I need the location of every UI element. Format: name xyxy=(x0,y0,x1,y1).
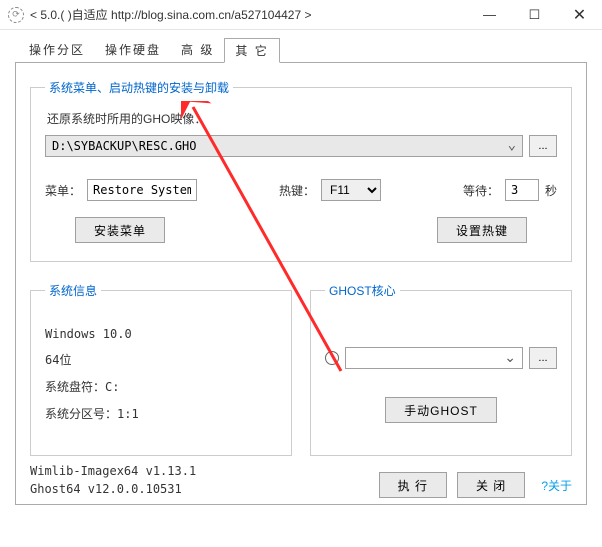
footer: Wimlib-Imagex64 v1.13.1 Ghost64 v12.0.0.… xyxy=(30,462,572,498)
minimize-button[interactable]: — xyxy=(467,0,512,30)
sysinfo-arch: 64位 xyxy=(45,351,277,368)
set-hotkey-button[interactable]: 设置热键 xyxy=(437,217,527,243)
execute-button[interactable]: 执 行 xyxy=(379,472,447,498)
about-link[interactable]: ?关于 xyxy=(541,477,572,494)
app-icon: ⟳ xyxy=(8,7,24,23)
version-wimlib: Wimlib-Imagex64 v1.13.1 xyxy=(30,462,379,480)
version-block: Wimlib-Imagex64 v1.13.1 Ghost64 v12.0.0.… xyxy=(30,462,379,498)
gho-browse-button[interactable]: ... xyxy=(529,135,557,157)
maximize-button[interactable]: ☐ xyxy=(512,0,557,30)
close-button[interactable]: ✕ xyxy=(557,0,602,30)
tab-disk[interactable]: 操作硬盘 xyxy=(95,38,171,63)
window-title: < 5.0.( )自适应 http://blog.sina.com.cn/a52… xyxy=(30,6,467,23)
ghost-core-radio[interactable] xyxy=(325,351,339,365)
sysinfo-partition: 系统分区号：1:1 xyxy=(45,405,277,422)
wait-unit: 秒 xyxy=(545,182,557,199)
window-controls: — ☐ ✕ xyxy=(467,0,602,30)
gho-image-dropdown[interactable]: D:\SYBACKUP\RESC.GHO xyxy=(45,135,523,157)
sysinfo-drive: 系统盘符：C: xyxy=(45,378,277,395)
restore-fieldset: 系统菜单、启动热键的安装与卸载 还原系统时所用的GHO映像： D:\SYBACK… xyxy=(30,79,572,262)
manual-ghost-button[interactable]: 手动GHOST xyxy=(385,397,497,423)
hotkey-label: 热键： xyxy=(279,182,315,199)
close-app-button[interactable]: 关 闭 xyxy=(457,472,525,498)
client-area: 操作分区 操作硬盘 高 级 其 它 系统菜单、启动热键的安装与卸载 还原系统时所… xyxy=(0,30,602,515)
titlebar: ⟳ < 5.0.( )自适应 http://blog.sina.com.cn/a… xyxy=(0,0,602,30)
ghost-core-legend: GHOST核心 xyxy=(325,282,400,299)
version-ghost: Ghost64 v12.0.0.10531 xyxy=(30,480,379,498)
gho-label: 还原系统时所用的GHO映像： xyxy=(47,110,557,127)
menu-name-input[interactable] xyxy=(87,179,197,201)
gho-image-value: D:\SYBACKUP\RESC.GHO xyxy=(52,139,197,153)
ghost-core-browse-button[interactable]: ... xyxy=(529,347,557,369)
tab-strip: 操作分区 操作硬盘 高 级 其 它 xyxy=(15,38,587,63)
wait-label: 等待： xyxy=(463,182,499,199)
hotkey-select[interactable]: F11 xyxy=(321,179,381,201)
sysinfo-os: Windows 10.0 xyxy=(45,327,277,341)
menu-label: 菜单： xyxy=(45,182,81,199)
ghost-core-dropdown[interactable] xyxy=(345,347,523,369)
wait-seconds-input[interactable] xyxy=(505,179,539,201)
install-menu-button[interactable]: 安装菜单 xyxy=(75,217,165,243)
restore-legend: 系统菜单、启动热键的安装与卸载 xyxy=(45,79,233,96)
tab-other[interactable]: 其 它 xyxy=(224,38,279,63)
ghost-core-fieldset: GHOST核心 ... 手动GHOST xyxy=(310,282,572,456)
tab-body-other: 系统菜单、启动热键的安装与卸载 还原系统时所用的GHO映像： D:\SYBACK… xyxy=(15,62,587,505)
tab-advanced[interactable]: 高 级 xyxy=(171,38,224,63)
sysinfo-legend: 系统信息 xyxy=(45,282,101,299)
sysinfo-fieldset: 系统信息 Windows 10.0 64位 系统盘符：C: 系统分区号：1:1 xyxy=(30,282,292,456)
tab-partition[interactable]: 操作分区 xyxy=(19,38,95,63)
